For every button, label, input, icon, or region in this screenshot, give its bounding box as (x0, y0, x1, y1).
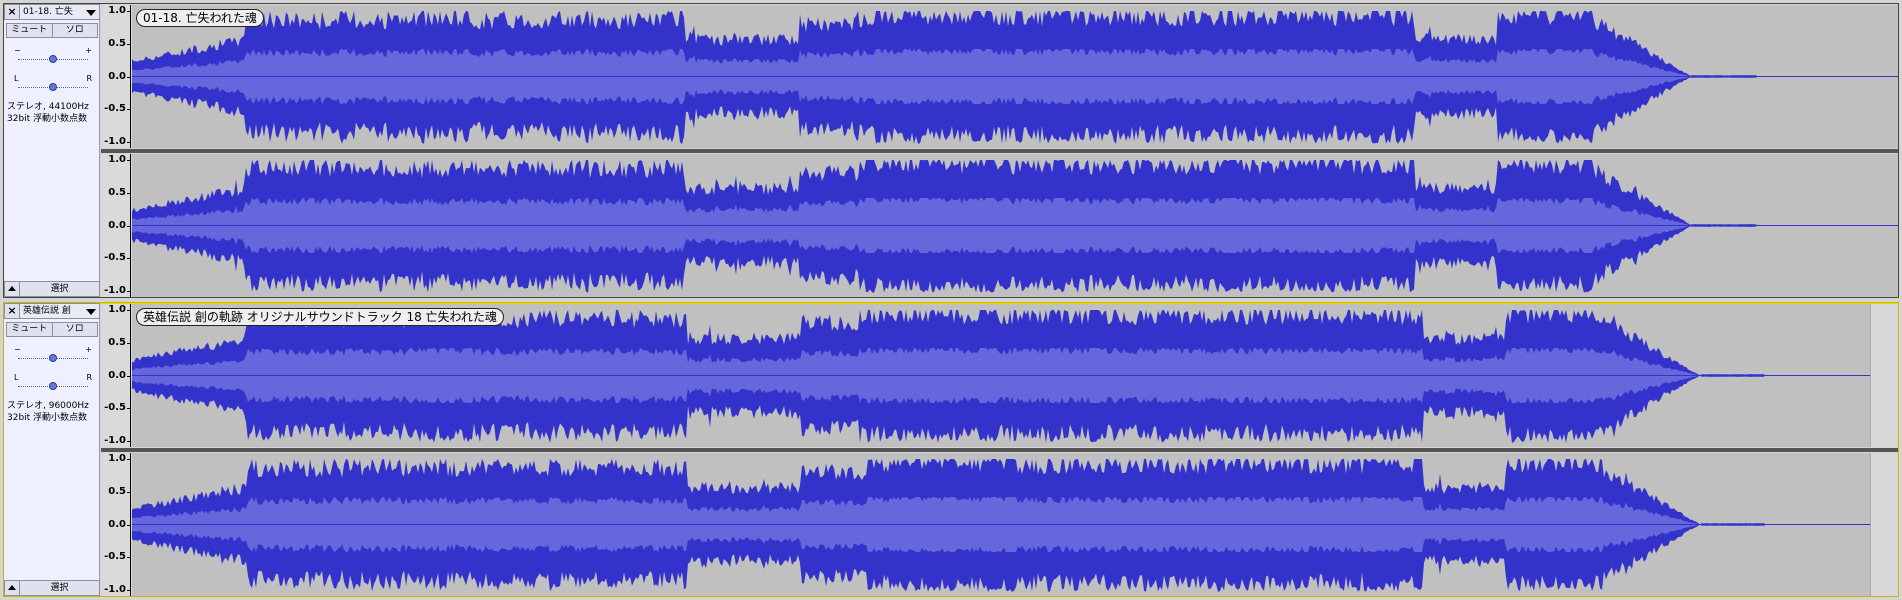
track-name-menu-button[interactable]: 英雄伝説 創 (20, 303, 100, 319)
pan-left-label: L (14, 373, 19, 382)
gain-slider[interactable]: − + (14, 46, 92, 64)
amplitude-tick-label: -0.5 (104, 402, 130, 414)
gain-slider[interactable]: − + (14, 345, 92, 363)
clip-end-area (1870, 453, 1898, 596)
amplitude-ruler: 1.0 0.5 0.0 -0.5 -1.0 (101, 304, 131, 447)
solo-button[interactable]: ソロ (52, 322, 98, 337)
amplitude-ruler: 1.0 0.5 0.0 -0.5 -1.0 (101, 453, 131, 596)
amplitude-tick-label: 0.5 (108, 336, 130, 348)
amplitude-ruler: 1.0 0.5 0.0 -0.5 -1.0 (101, 154, 131, 297)
amplitude-tick-label: 0.5 (108, 485, 130, 497)
pan-right-label: R (86, 74, 92, 83)
pan-slider-thumb[interactable] (49, 83, 57, 91)
audio-track-2[interactable]: × 英雄伝説 創 ミュート ソロ − + L R ステレオ, 96000Hz 3… (3, 302, 1899, 597)
amplitude-tick-label: -1.0 (104, 584, 130, 595)
amplitude-tick-label: -1.0 (104, 435, 130, 446)
channel-divider (101, 448, 1898, 452)
chevron-down-icon (86, 309, 96, 315)
gain-minus-label: − (14, 345, 21, 354)
mute-button[interactable]: ミュート (6, 322, 53, 337)
amplitude-tick-label: 0.0 (108, 219, 130, 231)
waveform-channel-left[interactable]: 1.0 0.5 0.0 -0.5 -1.0 英雄伝説 創の軌跡 オリジナルサウンドトラッ… (101, 304, 1898, 447)
gain-plus-label: + (85, 345, 92, 354)
amplitude-tick-label: 1.0 (108, 304, 130, 315)
pan-slider-thumb[interactable] (49, 382, 57, 390)
amplitude-tick-label: 0.0 (108, 518, 130, 530)
amplitude-tick-label: -0.5 (104, 103, 130, 115)
track-format-depth: 32bit 浮動小数点数 (7, 413, 88, 423)
pan-slider[interactable]: L R (14, 373, 92, 391)
gain-plus-label: + (85, 46, 92, 55)
amplitude-tick-label: -1.0 (104, 285, 130, 296)
collapse-track-icon[interactable] (4, 281, 20, 297)
gain-slider-thumb[interactable] (49, 55, 57, 63)
amplitude-tick-label: 1.0 (108, 453, 130, 464)
waveform[interactable] (132, 154, 1898, 297)
waveform-channel-right[interactable]: 1.0 0.5 0.0 -0.5 -1.0 (101, 453, 1898, 596)
amplitude-tick-label: -0.5 (104, 252, 130, 264)
clip-end-area (1870, 304, 1898, 447)
pan-right-label: R (86, 373, 92, 382)
amplitude-ruler: 1.0 0.5 0.0 -0.5 -1.0 (101, 5, 131, 148)
select-track-button[interactable]: 選択 (20, 281, 100, 297)
waveform[interactable] (132, 5, 1898, 148)
track-format-rate: ステレオ, 44100Hz (7, 102, 89, 112)
audio-track-1[interactable]: × 01-18. 亡失 ミュート ソロ − + L R ステレオ, 44100H… (3, 3, 1899, 298)
waveform-channel-left[interactable]: 1.0 0.5 0.0 -0.5 -1.0 01-18. 亡失われた魂 (101, 5, 1898, 148)
track-format-rate: ステレオ, 96000Hz (7, 401, 89, 411)
waveform[interactable] (132, 453, 1870, 596)
close-track-icon[interactable]: × (4, 4, 20, 20)
gain-minus-label: − (14, 46, 21, 55)
select-track-button[interactable]: 選択 (20, 580, 100, 596)
track-format-info: ステレオ, 44100Hz 32bit 浮動小数点数 (7, 101, 89, 125)
pan-left-label: L (14, 74, 19, 83)
track-name: 英雄伝説 創 (23, 306, 71, 316)
gain-slider-thumb[interactable] (49, 354, 57, 362)
track-format-info: ステレオ, 96000Hz 32bit 浮動小数点数 (7, 400, 89, 424)
amplitude-tick-label: -0.5 (104, 551, 130, 563)
mute-button[interactable]: ミュート (6, 23, 53, 38)
amplitude-tick-label: 0.5 (108, 186, 130, 198)
amplitude-tick-label: -1.0 (104, 136, 130, 147)
channel-divider (101, 149, 1898, 153)
clip-label[interactable]: 英雄伝説 創の軌跡 オリジナルサウンドトラック 18 亡失われた魂 (136, 308, 504, 326)
collapse-track-icon[interactable] (4, 580, 20, 596)
track-format-depth: 32bit 浮動小数点数 (7, 114, 88, 124)
pan-slider[interactable]: L R (14, 74, 92, 92)
solo-button[interactable]: ソロ (52, 23, 98, 38)
chevron-down-icon (86, 10, 96, 16)
waveform-channel-right[interactable]: 1.0 0.5 0.0 -0.5 -1.0 (101, 154, 1898, 297)
clip-label[interactable]: 01-18. 亡失われた魂 (136, 9, 264, 27)
amplitude-tick-label: 0.0 (108, 369, 130, 381)
track-control-panel: × 01-18. 亡失 ミュート ソロ − + L R ステレオ, 44100H… (4, 4, 100, 297)
amplitude-tick-label: 0.5 (108, 37, 130, 49)
close-track-icon[interactable]: × (4, 303, 20, 319)
amplitude-tick-label: 1.0 (108, 154, 130, 165)
track-name-menu-button[interactable]: 01-18. 亡失 (20, 4, 100, 20)
track-name: 01-18. 亡失 (23, 7, 73, 17)
track-control-panel: × 英雄伝説 創 ミュート ソロ − + L R ステレオ, 96000Hz 3… (4, 303, 100, 596)
amplitude-tick-label: 1.0 (108, 5, 130, 16)
amplitude-tick-label: 0.0 (108, 70, 130, 82)
